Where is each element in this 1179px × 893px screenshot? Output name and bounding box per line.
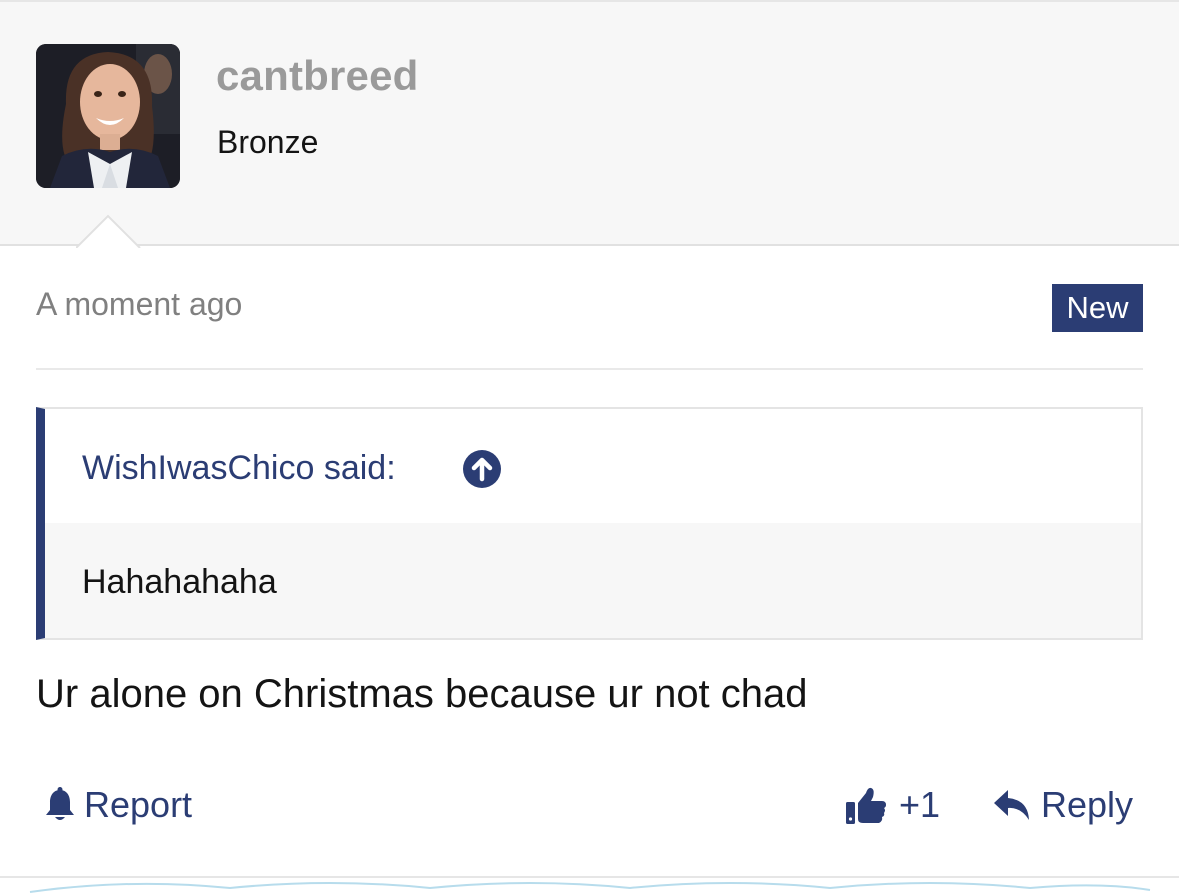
thumbs-up-icon bbox=[845, 785, 887, 825]
like-button[interactable]: +1 bbox=[845, 780, 940, 830]
quote-attribution[interactable]: WishIwasChico said: bbox=[82, 449, 396, 488]
quote-header: WishIwasChico said: bbox=[45, 409, 1141, 523]
reply-arrow-icon bbox=[993, 788, 1031, 822]
arrow-up-circle-icon[interactable] bbox=[463, 450, 501, 488]
report-label: Report bbox=[84, 784, 193, 825]
reply-button[interactable]: Reply bbox=[993, 780, 1133, 830]
post-page: cantbreed Bronze A moment ago New WishIw… bbox=[0, 0, 1179, 893]
author-username[interactable]: cantbreed bbox=[216, 52, 419, 100]
quote-text: Hahahahaha bbox=[82, 563, 277, 601]
avatar[interactable] bbox=[36, 44, 180, 188]
bell-icon bbox=[44, 787, 76, 823]
quote-body: Hahahahaha bbox=[45, 523, 1141, 638]
quoted-message: WishIwasChico said: Hahahahaha bbox=[36, 407, 1143, 640]
new-badge: New bbox=[1052, 284, 1143, 332]
reply-label: Reply bbox=[1041, 784, 1134, 825]
meta-divider bbox=[36, 368, 1143, 370]
decorative-wave bbox=[0, 878, 1179, 893]
post-timestamp[interactable]: A moment ago bbox=[36, 286, 242, 323]
report-button[interactable]: Report bbox=[44, 780, 192, 830]
post-message: Ur alone on Christmas because ur not cha… bbox=[36, 672, 808, 716]
post-author-header: cantbreed Bronze bbox=[0, 0, 1179, 250]
like-count: +1 bbox=[899, 784, 941, 825]
author-rank: Bronze bbox=[217, 124, 319, 160]
